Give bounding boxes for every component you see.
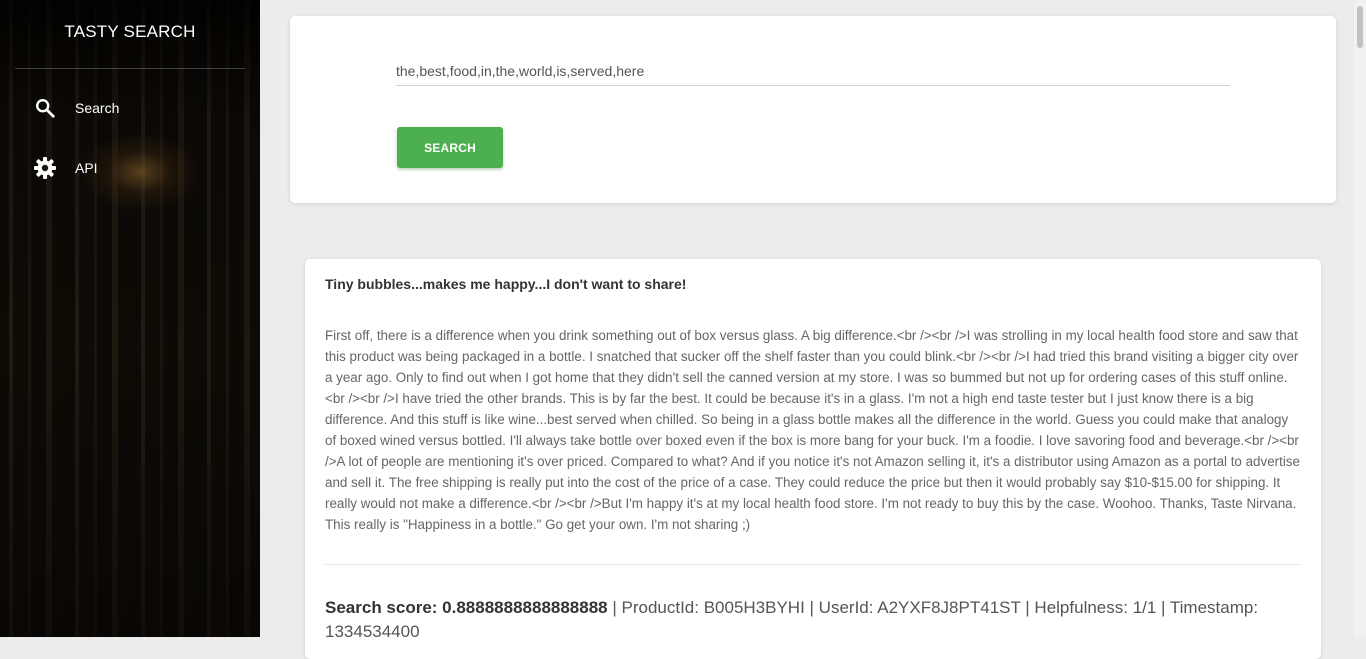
app-title: TASTY SEARCH	[64, 22, 196, 41]
sidebar-divider	[15, 68, 245, 69]
sidebar: TASTY SEARCH Search API	[0, 0, 260, 637]
scrollbar-thumb[interactable]	[1357, 6, 1363, 48]
result-card: Tiny bubbles...makes me happy...I don't …	[305, 259, 1321, 659]
result-body: First off, there is a difference when yo…	[325, 328, 1300, 532]
sidebar-item-api[interactable]: API	[32, 153, 98, 183]
page-scrollbar[interactable]	[1354, 0, 1366, 637]
search-score: Search score: 0.8888888888888888	[325, 598, 608, 617]
search-card: SEARCH	[290, 16, 1336, 203]
search-icon	[32, 95, 58, 121]
search-button[interactable]: SEARCH	[397, 127, 503, 168]
gear-icon	[32, 155, 58, 181]
sidebar-item-label: API	[75, 160, 98, 176]
sidebar-item-label: Search	[75, 100, 120, 116]
result-divider	[325, 564, 1301, 565]
search-input[interactable]	[396, 56, 1230, 86]
sidebar-item-search[interactable]: Search	[32, 93, 119, 123]
result-title: Tiny bubbles...makes me happy...I don't …	[325, 276, 687, 292]
